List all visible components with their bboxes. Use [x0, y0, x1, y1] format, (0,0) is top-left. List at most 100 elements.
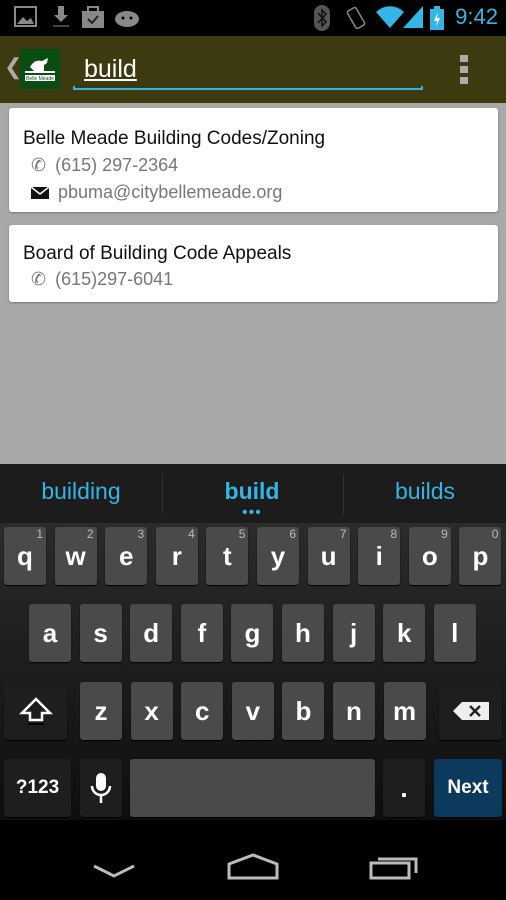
key-hint: 6 — [289, 527, 296, 541]
key-t[interactable]: t5 — [206, 527, 249, 585]
microphone-icon — [90, 773, 112, 803]
key-label: u — [320, 540, 337, 571]
email-icon — [31, 186, 49, 199]
key-label: g — [244, 617, 261, 648]
space-key[interactable] — [130, 759, 375, 817]
key-label: n — [346, 695, 362, 726]
key-b[interactable]: b — [282, 682, 325, 740]
recent-apps-icon[interactable] — [368, 854, 420, 880]
key-label: c — [194, 695, 210, 726]
key-m[interactable]: m — [383, 682, 426, 740]
status-bar: 9:42 — [0, 0, 506, 36]
result-card[interactable]: Board of Building Code Appeals ✆ (615)297… — [9, 225, 498, 302]
key-label: r — [171, 540, 182, 571]
key-v[interactable]: v — [231, 682, 274, 740]
key-hint: 0 — [491, 527, 499, 541]
key-hint: 1 — [36, 527, 43, 541]
android-icon — [115, 11, 139, 27]
backspace-key[interactable] — [439, 682, 502, 740]
keyboard: q 1 w 2 e 3 r 4 t 5 y 6 u 7 i 8 o 9 p 0 a s d f g h j k l z x c v b n m ?123… — [0, 523, 506, 820]
picture-icon — [14, 6, 37, 27]
key-label: x — [144, 695, 159, 726]
suggestion-builds[interactable]: builds — [344, 478, 506, 505]
key-n[interactable]: n — [333, 682, 375, 740]
key-label: t — [223, 540, 232, 571]
period-key[interactable]: . — [383, 759, 425, 817]
key-r[interactable]: r4 — [155, 527, 198, 585]
key-e[interactable]: e3 — [105, 527, 148, 585]
suggestion-build[interactable]: build — [171, 478, 333, 505]
result-card[interactable]: Belle Meade Building Codes/Zoning ✆ (615)… — [9, 108, 498, 212]
bluetooth-icon — [314, 5, 330, 31]
key-label: ?123 — [15, 777, 60, 798]
key-f[interactable]: f — [180, 604, 223, 662]
key-label: k — [396, 617, 412, 648]
key-label: d — [143, 617, 160, 648]
backspace-icon — [452, 702, 489, 720]
clock: 9:42 — [455, 4, 498, 29]
wifi-icon — [376, 6, 404, 28]
symbols-key[interactable]: ?123 — [4, 759, 71, 817]
phone-icon: ✆ — [31, 155, 47, 175]
more-suggestions-indicator: ••• — [242, 504, 262, 521]
result-title: Belle Meade Building Codes/Zoning — [23, 128, 326, 149]
key-w[interactable]: w2 — [54, 527, 97, 585]
key-d[interactable]: d — [130, 604, 173, 662]
key-label: w — [65, 540, 86, 571]
search-underline — [73, 86, 423, 90]
key-s[interactable]: s — [79, 604, 122, 662]
key-hint: 3 — [137, 527, 145, 541]
key-o[interactable]: o9 — [408, 527, 451, 585]
key-g[interactable]: g — [231, 604, 274, 662]
phone-number: (615)297-6041 — [55, 269, 174, 289]
result-phone[interactable]: ✆ (615)297-6041 — [31, 269, 173, 290]
phone-icon: ✆ — [31, 269, 47, 289]
home-icon[interactable] — [226, 852, 280, 880]
key-y[interactable]: y6 — [257, 527, 299, 585]
key-label: e — [118, 540, 134, 571]
battery-charging-icon — [430, 6, 444, 30]
key-label: h — [295, 617, 311, 648]
svg-text:Belle Meade: Belle Meade — [26, 76, 54, 82]
key-h[interactable]: h — [282, 604, 324, 662]
overflow-menu-icon[interactable] — [460, 55, 470, 85]
key-c[interactable]: c — [181, 682, 224, 740]
voice-input-key[interactable] — [80, 759, 122, 817]
key-a[interactable]: a — [29, 604, 71, 662]
key-label: l — [451, 617, 459, 648]
key-label: y — [270, 540, 286, 571]
result-email[interactable]: pbuma@citybellemeade.org — [31, 182, 282, 203]
key-p[interactable]: p0 — [459, 527, 502, 585]
app-logo[interactable]: Belle Meade — [20, 49, 60, 89]
suggestion-building[interactable]: building — [0, 478, 162, 505]
next-key[interactable]: Next — [434, 759, 502, 817]
key-u[interactable]: u7 — [307, 527, 350, 585]
key-label: z — [94, 695, 108, 726]
key-q[interactable]: q1 — [4, 527, 46, 585]
result-title: Board of Building Code Appeals — [23, 243, 292, 264]
key-label: Next — [447, 777, 489, 798]
email-address: pbuma@citybellemeade.org — [58, 182, 283, 202]
key-label: j — [349, 617, 358, 648]
key-j[interactable]: j — [332, 604, 375, 662]
bag-check-icon — [82, 6, 104, 28]
key-k[interactable]: k — [383, 604, 426, 662]
download-icon — [53, 6, 69, 27]
key-label: b — [295, 695, 312, 726]
shift-key[interactable] — [4, 682, 67, 740]
phone-number: (615) 297-2364 — [55, 155, 179, 175]
key-i[interactable]: i8 — [358, 527, 401, 585]
search-input[interactable] — [84, 52, 414, 86]
result-phone[interactable]: ✆ (615) 297-2364 — [31, 155, 178, 176]
key-hint: 7 — [339, 527, 347, 541]
key-l[interactable]: l — [433, 604, 476, 662]
key-label: m — [393, 695, 417, 726]
key-label: f — [197, 617, 207, 648]
key-label: q — [17, 540, 33, 571]
key-x[interactable]: x — [130, 682, 173, 740]
key-label: . — [400, 772, 408, 803]
back-icon[interactable] — [92, 864, 136, 878]
key-hint: 8 — [390, 527, 398, 541]
vibrate-icon — [346, 6, 366, 30]
key-z[interactable]: z — [80, 682, 122, 740]
